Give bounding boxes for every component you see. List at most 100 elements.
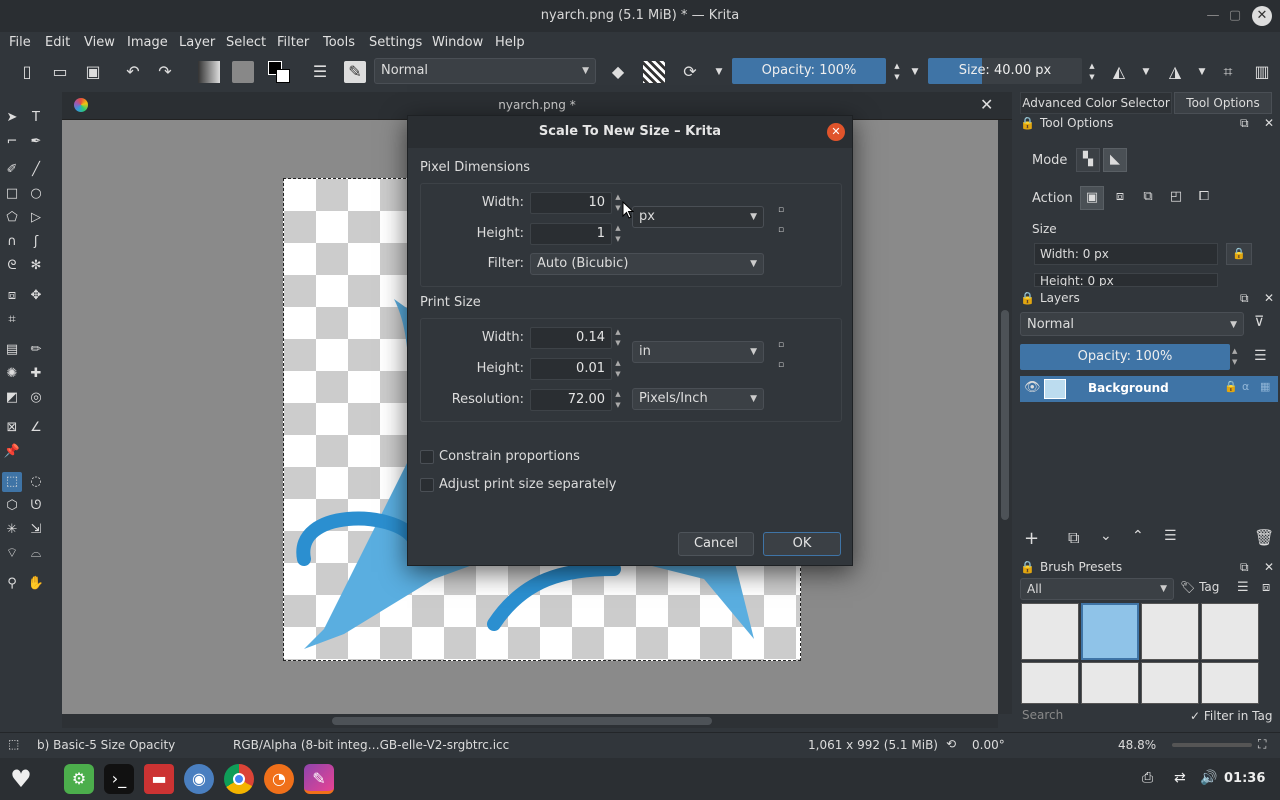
pixel-unit-dropdown[interactable]: px ▼ — [632, 206, 764, 228]
reference-tool-icon[interactable]: 📌 — [2, 442, 22, 462]
freehand-select-icon[interactable]: ᘎ — [26, 496, 46, 516]
open-folder-icon[interactable]: ▭ — [49, 61, 71, 83]
move-layer-up-icon[interactable]: ⌃ — [1132, 528, 1144, 544]
chevron-down-icon[interactable]: ▼ — [708, 61, 730, 83]
alpha-lock-icon[interactable]: 🔒 — [1224, 380, 1238, 393]
inherit-alpha-icon[interactable]: α — [1242, 380, 1249, 393]
lock-icon[interactable]: 🔒 — [1020, 560, 1035, 574]
ellipse-select-icon[interactable]: ◌ — [26, 472, 46, 492]
size-spin[interactable]: ▲ ▼ — [1081, 61, 1103, 83]
krita-icon[interactable]: ✎ — [304, 764, 334, 794]
float-icon[interactable]: ⧉ — [1240, 560, 1249, 575]
menu-layer[interactable]: Layer — [179, 35, 215, 50]
move-tool-icon[interactable]: ✥ — [26, 286, 46, 306]
brush-settings-icon[interactable]: ☰ — [309, 61, 331, 83]
lock-icon[interactable]: 🔒 — [1226, 243, 1252, 265]
multibrush-icon[interactable]: ✻ — [26, 256, 46, 276]
menu-help[interactable]: Help — [495, 35, 525, 50]
print-unit-dropdown[interactable]: in ▼ — [632, 341, 764, 363]
opacity-slider[interactable]: Opacity: 100% — [732, 58, 886, 84]
network-icon[interactable]: ⇄ — [1174, 770, 1186, 786]
constrain-proportions-label[interactable]: Constrain proportions — [439, 449, 580, 464]
brush-preset-pencil[interactable] — [1141, 603, 1199, 660]
save-icon[interactable]: ▣ — [82, 61, 104, 83]
heart-icon[interactable]: ♥ — [6, 764, 36, 794]
colorize-mask-icon[interactable]: ✺ — [2, 364, 22, 384]
zoom-tool-icon[interactable]: ⚲ — [2, 574, 22, 594]
mirror-horizontal-icon[interactable]: ◭ — [1108, 61, 1130, 83]
pan-tool-icon[interactable]: ✋ — [26, 574, 46, 594]
ok-button[interactable]: OK — [763, 532, 841, 556]
filter-in-tag-checkbox[interactable]: ✓ Filter in Tag — [1190, 709, 1272, 723]
fill-tool-icon[interactable]: ◩ — [2, 388, 22, 408]
dynamic-brush-icon[interactable]: ᘓ — [2, 256, 22, 276]
action-replace-icon[interactable]: ▣ — [1080, 186, 1104, 210]
volume-icon[interactable]: 🔊 — [1200, 770, 1217, 786]
menu-edit[interactable]: Edit — [45, 35, 70, 50]
reload-icon[interactable]: ⟳ — [679, 61, 701, 83]
contiguous-select-icon[interactable]: ✳ — [2, 520, 22, 540]
rect-select-icon[interactable]: ⬚ — [2, 472, 22, 492]
horizontal-scrollbar[interactable] — [62, 714, 998, 728]
polyline-tool-icon[interactable]: ▷ — [26, 208, 46, 228]
menu-window[interactable]: Window — [432, 35, 483, 50]
cancel-button[interactable]: Cancel — [678, 532, 754, 556]
blend-mode-dropdown[interactable]: Normal ▼ — [374, 58, 596, 84]
menu-select[interactable]: Select — [226, 35, 266, 50]
brush-preset-ink[interactable] — [1021, 603, 1079, 660]
menu-icon[interactable]: ☰ — [1254, 348, 1267, 364]
lock-icon[interactable]: 🔒 — [1020, 116, 1035, 130]
brush-preset-graphite[interactable] — [1201, 603, 1259, 660]
alpha-channel-icon[interactable]: ▦ — [1260, 380, 1270, 393]
resolution-spinner[interactable]: ▲ ▼ — [613, 389, 623, 411]
browser-icon[interactable]: ◉ — [184, 764, 214, 794]
printer-icon[interactable]: ⎙ — [1142, 770, 1153, 786]
menu-file[interactable]: File — [9, 35, 31, 50]
polygon-select-icon[interactable]: ⬡ — [2, 496, 22, 516]
magnetic-select-icon[interactable]: ⌓ — [26, 544, 46, 564]
maximize-button[interactable]: ▢ — [1225, 6, 1245, 26]
measure-tool-icon[interactable]: ∠ — [26, 418, 46, 438]
mirror-vertical-icon[interactable]: ◮ — [1164, 61, 1186, 83]
chevron-down-icon[interactable]: ▼ — [904, 61, 926, 83]
calligraphy-icon[interactable]: ✒ — [26, 132, 46, 152]
print-width-input[interactable]: 0.14 — [530, 327, 612, 349]
close-icon[interactable]: ✕ — [1264, 560, 1274, 574]
action-symmetric-icon[interactable]: ⧠ — [1192, 186, 1216, 210]
float-icon[interactable]: ⧉ — [1240, 116, 1249, 131]
close-icon[interactable]: ✕ — [1264, 291, 1274, 305]
move-layer-down-icon[interactable]: ⌄ — [1100, 528, 1112, 544]
pattern-icon[interactable] — [232, 61, 254, 83]
mode-shape-icon[interactable]: ◣ — [1103, 148, 1127, 172]
selection-height-field[interactable]: Height: 0 px — [1034, 273, 1218, 287]
bezier-select-icon[interactable]: ⌔ — [2, 544, 22, 564]
fit-view-icon[interactable]: ⛶ — [1258, 737, 1266, 752]
redo-icon[interactable]: ↷ — [154, 61, 176, 83]
layer-properties-icon[interactable]: ☰ — [1164, 528, 1177, 544]
brush-search-input[interactable]: Search — [1018, 708, 1184, 726]
assistant-tool-icon[interactable]: ⊠ — [2, 418, 22, 438]
visibility-eye-icon[interactable]: 👁 — [1024, 380, 1041, 395]
status-rotation[interactable]: 0.00° — [972, 738, 1005, 752]
edit-shapes-icon[interactable]: ⌐ — [2, 132, 22, 152]
pixel-height-input[interactable]: 1 — [530, 223, 612, 245]
tab-advanced-color-selector[interactable]: Advanced Color Selector — [1020, 92, 1172, 114]
size-slider[interactable]: Size: 40.00 px — [928, 58, 1082, 84]
print-link-chain-icon[interactable]: ▫ ▫ — [777, 340, 785, 370]
firefox-icon[interactable]: ◔ — [264, 764, 294, 794]
filter-icon[interactable]: ⊽ — [1254, 314, 1264, 330]
action-subtract-icon[interactable]: ◰ — [1164, 186, 1188, 210]
constrain-proportions-checkbox[interactable] — [420, 450, 434, 464]
text-tool-icon[interactable]: T — [26, 108, 46, 128]
vertical-scrollbar[interactable] — [998, 120, 1012, 714]
color-picker-icon[interactable]: ✏ — [26, 340, 46, 360]
transform-tool-icon[interactable]: ⧈ — [2, 286, 22, 306]
bezier-tool-icon[interactable]: ∩ — [2, 232, 22, 252]
add-layer-icon[interactable]: + — [1024, 528, 1039, 549]
chevron-down-icon[interactable]: ▼ — [1191, 61, 1213, 83]
color-swatch-icon[interactable] — [268, 61, 290, 83]
brush-preset-dark-pencil[interactable] — [1141, 662, 1199, 704]
minimize-button[interactable]: — — [1203, 6, 1223, 26]
delete-layer-icon[interactable]: 🗑 — [1254, 528, 1274, 547]
print-width-spinner[interactable]: ▲ ▼ — [613, 327, 623, 349]
